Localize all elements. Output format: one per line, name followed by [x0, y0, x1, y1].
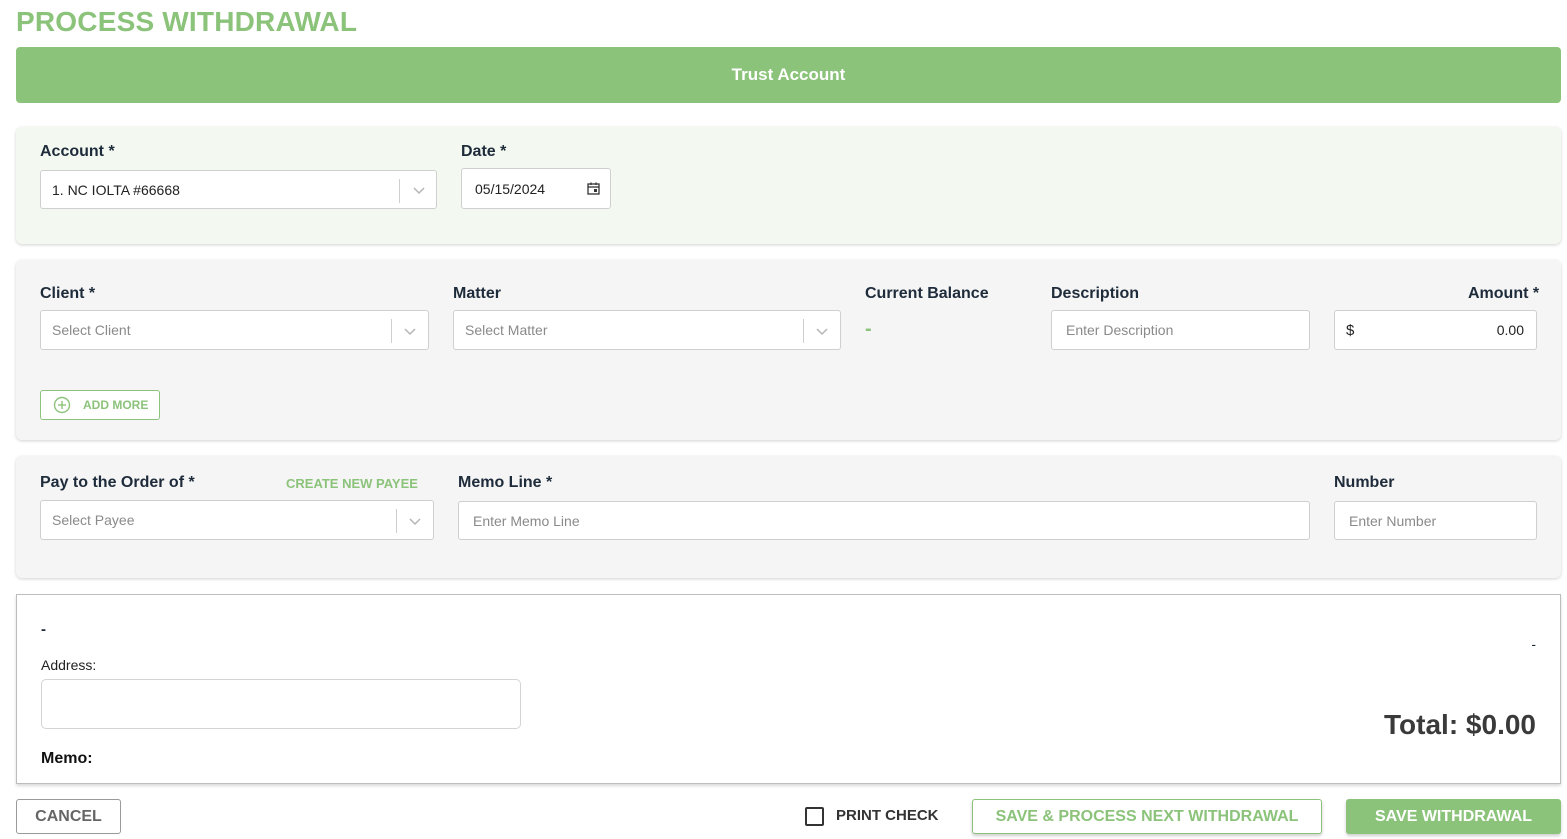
payee-select[interactable]: Select Payee — [40, 500, 434, 540]
matter-placeholder: Select Matter — [465, 322, 548, 338]
account-select[interactable]: 1. NC IOLTA #66668 — [40, 170, 437, 209]
amount-input[interactable]: $ 0.00 — [1334, 310, 1537, 350]
currency-symbol: $ — [1346, 321, 1355, 339]
chevron-down-icon[interactable] — [403, 324, 417, 338]
check-right-dash: - — [1531, 636, 1536, 652]
select-separator — [803, 319, 804, 343]
date-label: Date * — [461, 143, 507, 160]
payee-label: Pay to the Order of * — [40, 474, 195, 491]
banner-label: Trust Account — [731, 65, 846, 84]
chevron-down-icon[interactable] — [408, 514, 422, 528]
matter-label: Matter — [453, 285, 502, 302]
plus-circle-icon — [53, 396, 71, 414]
description-placeholder: Enter Description — [1066, 322, 1174, 338]
number-label: Number — [1334, 474, 1395, 491]
calendar-icon[interactable] — [587, 182, 600, 195]
select-separator — [391, 319, 392, 343]
line-item-panel — [16, 260, 1561, 440]
cancel-button[interactable]: CANCEL — [16, 799, 121, 834]
chevron-down-icon[interactable] — [815, 324, 829, 338]
matter-select[interactable]: Select Matter — [453, 310, 841, 350]
address-label: Address: — [41, 657, 97, 673]
client-placeholder: Select Client — [52, 322, 131, 338]
current-balance-label: Current Balance — [865, 285, 989, 302]
account-label: Account * — [40, 143, 115, 160]
trust-account-banner: Trust Account — [16, 47, 1561, 103]
memo-line-input[interactable]: Enter Memo Line — [458, 501, 1310, 540]
create-new-payee-link[interactable]: CREATE NEW PAYEE — [286, 476, 418, 491]
memo-label: Memo: — [41, 750, 93, 767]
current-balance-value: - — [865, 318, 872, 340]
chevron-down-icon[interactable] — [412, 183, 426, 197]
memo-line-placeholder: Enter Memo Line — [473, 512, 580, 529]
date-input[interactable]: 05/15/2024 — [461, 168, 611, 209]
check-preview: - - Address: Memo: Total: $0.00 — [16, 594, 1561, 784]
add-more-button[interactable]: ADD MORE — [40, 390, 160, 420]
address-field[interactable] — [41, 679, 521, 729]
check-total: Total: $0.00 — [1384, 709, 1536, 740]
description-label: Description — [1051, 285, 1140, 302]
save-withdrawal-button[interactable]: SAVE WITHDRAWAL — [1346, 799, 1561, 834]
account-value: 1. NC IOLTA #66668 — [52, 181, 180, 198]
select-separator — [396, 509, 397, 533]
client-select[interactable]: Select Client — [40, 310, 429, 350]
number-input[interactable]: Enter Number — [1334, 501, 1537, 540]
amount-label: Amount * — [1468, 285, 1540, 302]
save-and-process-next-button[interactable]: SAVE & PROCESS NEXT WITHDRAWAL — [972, 799, 1322, 834]
amount-value: 0.00 — [1496, 322, 1524, 338]
print-check-label[interactable]: PRINT CHECK — [836, 807, 939, 824]
print-check-checkbox[interactable] — [805, 807, 824, 826]
description-input[interactable]: Enter Description — [1051, 310, 1310, 350]
date-value: 05/15/2024 — [475, 180, 546, 197]
number-placeholder: Enter Number — [1349, 512, 1437, 529]
client-label: Client * — [40, 285, 96, 302]
select-separator — [399, 179, 400, 203]
check-payee-name: - — [41, 621, 46, 638]
page-title: PROCESS WITHDRAWAL — [16, 6, 358, 37]
memo-line-label: Memo Line * — [458, 474, 553, 491]
add-more-label: ADD MORE — [83, 398, 149, 412]
payee-placeholder: Select Payee — [52, 512, 135, 528]
